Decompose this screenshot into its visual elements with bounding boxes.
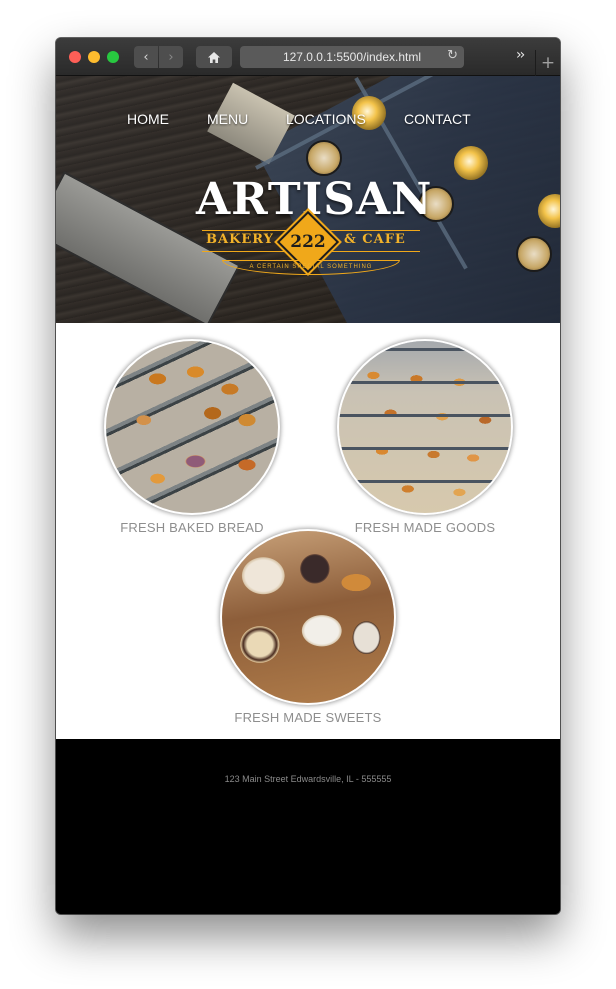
feature-label: FRESH MADE SWEETS <box>234 710 382 725</box>
plus-icon: + <box>540 53 556 73</box>
feature-card[interactable]: FRESH MADE GOODS <box>305 341 545 535</box>
nav-contact-link[interactable]: CONTACT <box>404 111 471 127</box>
reload-icon[interactable]: ↻ <box>447 48 458 63</box>
address-bar[interactable]: 127.0.0.1:5500/index.html ↻ <box>240 46 464 68</box>
browser-titlebar: ‹ › 127.0.0.1:5500/index.html ↻ ›› + <box>56 38 560 76</box>
feature-card[interactable]: FRESH BAKED BREAD <box>72 341 312 535</box>
page-footer: 123 Main Street Edwardsville, IL - 55555… <box>56 739 560 914</box>
page-viewport: HOME MENU LOCATIONS CONTACT ARTISAN BAKE… <box>56 76 560 914</box>
minimize-window-button[interactable] <box>88 51 100 63</box>
home-button[interactable] <box>196 46 232 68</box>
logo-bakery-text: BAKERY <box>206 232 274 247</box>
chevron-left-icon: ‹ <box>143 49 149 65</box>
back-button[interactable]: ‹ <box>134 46 158 68</box>
nav-home-link[interactable]: HOME <box>127 111 169 127</box>
browser-window: ‹ › 127.0.0.1:5500/index.html ↻ ›› + HOM… <box>56 38 560 914</box>
sweets-photo <box>222 531 394 703</box>
hero-photo-table <box>516 236 552 272</box>
chevron-right-icon: › <box>168 49 174 65</box>
close-window-button[interactable] <box>69 51 81 63</box>
hero-photo-lamp <box>454 146 488 180</box>
artisan-logo: ARTISAN BAKERY 222 & CAFE A CERTAIN SPEC… <box>196 176 431 286</box>
new-tab-button[interactable]: + <box>535 50 560 76</box>
forward-button[interactable]: › <box>159 46 183 68</box>
logo-tagline: A CERTAIN SPECIAL SOMETHING <box>222 260 400 275</box>
nav-menu-link[interactable]: MENU <box>207 111 248 127</box>
feature-card[interactable]: FRESH MADE SWEETS <box>188 531 428 725</box>
goods-photo <box>339 341 511 513</box>
home-icon <box>208 51 220 63</box>
double-chevron-right-icon[interactable]: ›› <box>516 47 525 63</box>
nav-locations-link[interactable]: LOCATIONS <box>286 111 366 127</box>
features-section: FRESH BAKED BREAD FRESH MADE GOODS FRESH… <box>56 323 560 739</box>
hero-photo-table <box>306 140 342 176</box>
main-nav: HOME MENU LOCATIONS CONTACT <box>56 111 560 131</box>
logo-number: 222 <box>290 232 326 252</box>
footer-address: 123 Main Street Edwardsville, IL - 55555… <box>224 774 392 784</box>
bread-photo <box>106 341 278 513</box>
zoom-window-button[interactable] <box>107 51 119 63</box>
url-text: 127.0.0.1:5500/index.html <box>282 50 422 64</box>
logo-cafe-text: & CAFE <box>344 232 406 247</box>
hero-banner: HOME MENU LOCATIONS CONTACT ARTISAN BAKE… <box>56 76 560 323</box>
